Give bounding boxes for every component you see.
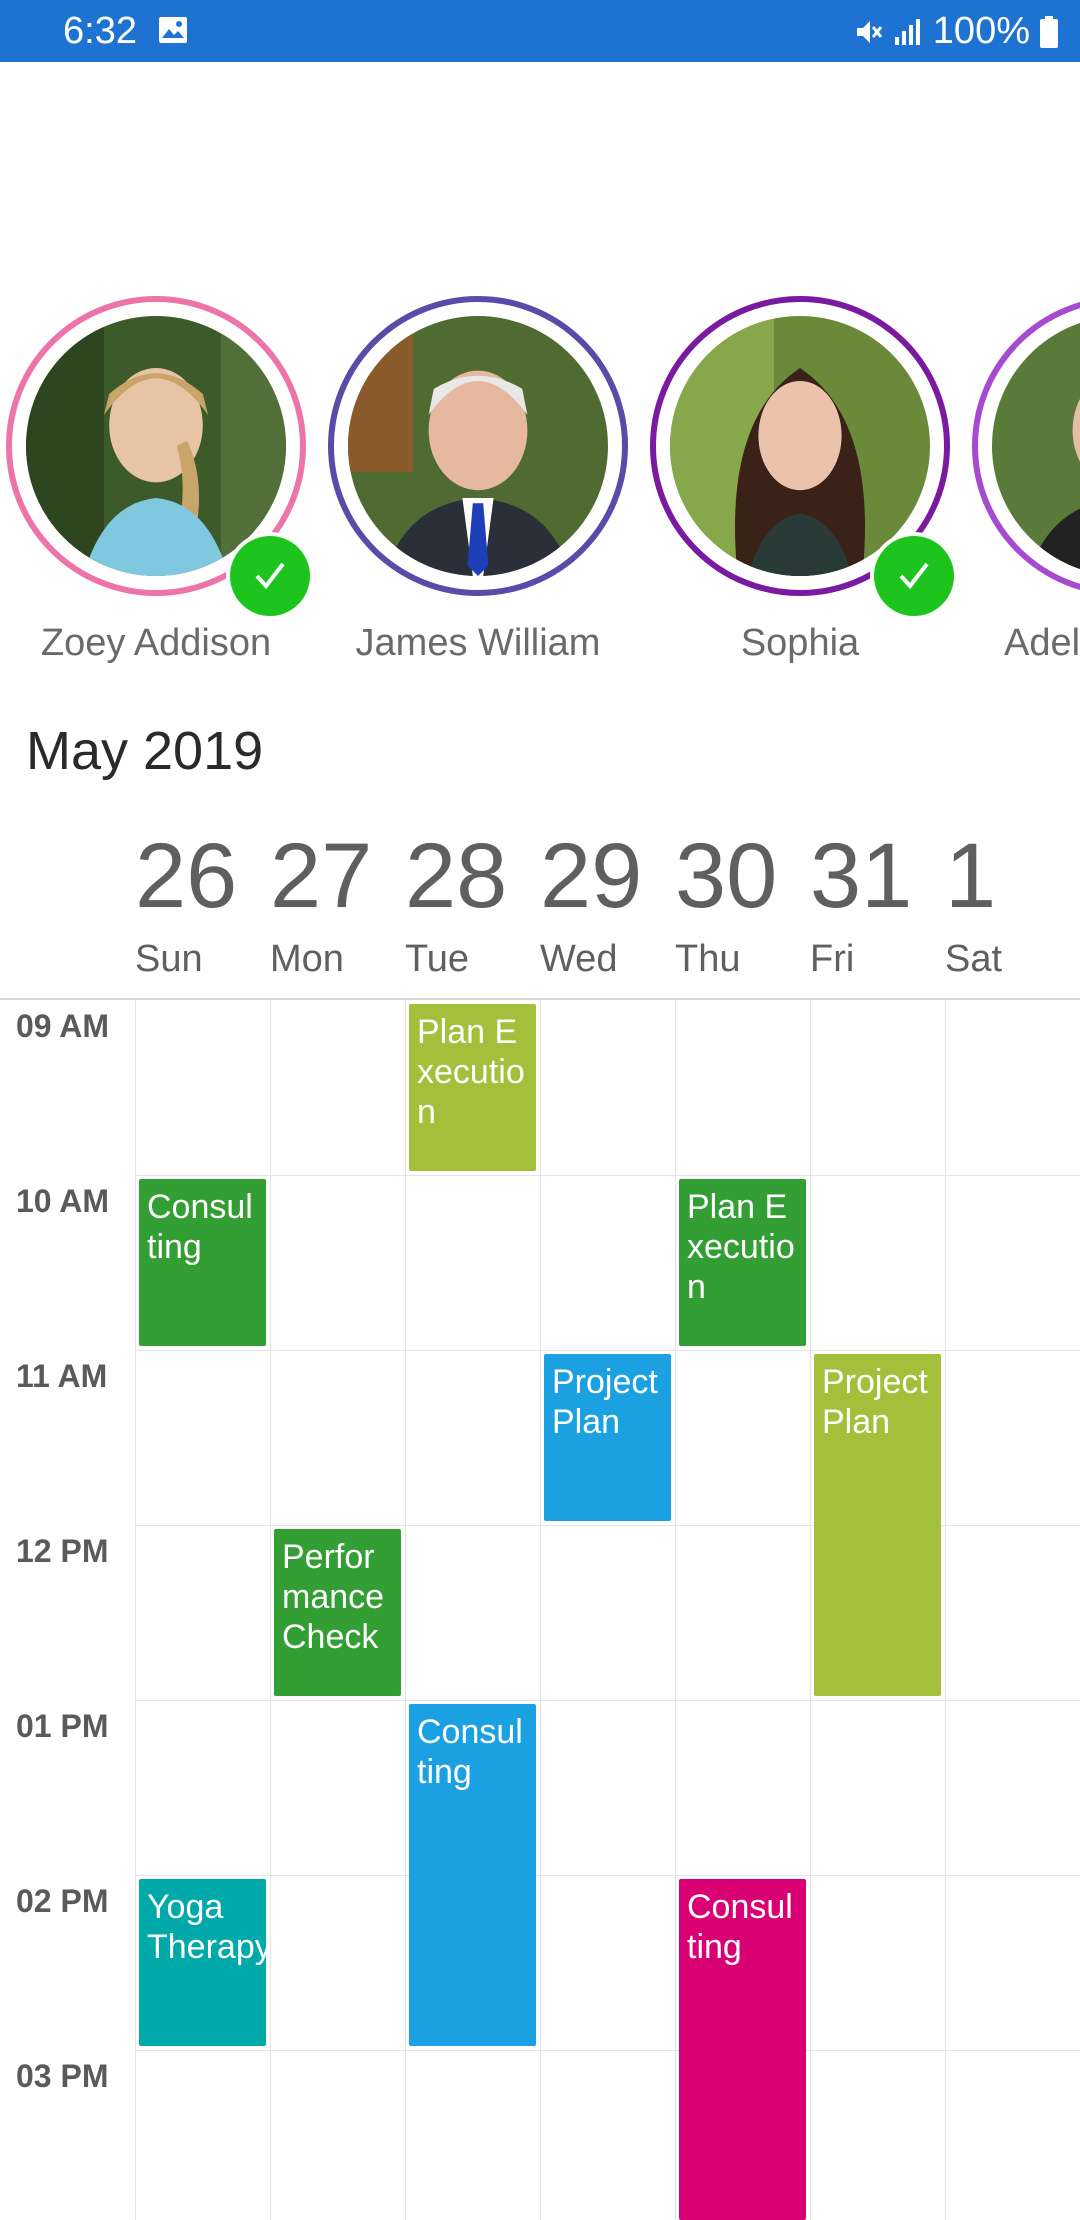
day-header-mon[interactable]: 27 Mon (270, 830, 405, 981)
avatar-ring (328, 296, 628, 596)
day-name: Wed (540, 938, 618, 980)
day-name: Tue (405, 938, 470, 980)
appointment[interactable]: Performance Check (274, 1529, 401, 1696)
resource-sophia[interactable]: Sophia (644, 296, 958, 676)
day-divider (810, 1000, 811, 2220)
resource-name: Adel (1004, 622, 1080, 664)
appointment[interactable]: Consulting (679, 1879, 806, 2220)
avatar (992, 316, 1080, 576)
battery-level: 100% (932, 10, 1030, 52)
day-header-thu[interactable]: 30 Thu (675, 830, 810, 981)
checkmark-icon (255, 562, 285, 590)
hour-divider (135, 1875, 1080, 1876)
hour-divider (135, 1700, 1080, 1701)
image-icon (159, 17, 187, 43)
hour-divider (135, 2050, 1080, 2051)
status-indicators: 100% (853, 10, 1058, 53)
time-label: 12 PM (16, 1533, 109, 1569)
time-label: 03 PM (16, 2058, 109, 2094)
day-name: Sun (135, 938, 203, 980)
checkmark-icon (899, 562, 929, 590)
hour-divider (135, 1175, 1080, 1176)
resource-james-william[interactable]: James William (322, 296, 632, 676)
day-divider (405, 1000, 406, 2220)
day-number: 1 (945, 825, 997, 927)
signal-icon (894, 18, 920, 45)
resource-adel[interactable]: Adel (966, 296, 1080, 676)
resource-zoey-addison[interactable]: Zoey Addison (0, 296, 314, 676)
time-label: 09 AM (16, 1008, 110, 1044)
day-name: Mon (270, 938, 344, 980)
day-name: Thu (675, 938, 741, 980)
battery-icon (1040, 15, 1058, 48)
avatar-photo-icon (348, 316, 608, 576)
day-divider (675, 1000, 676, 2220)
avatar (348, 316, 608, 576)
day-number: 26 (135, 825, 238, 927)
day-number: 28 (405, 825, 508, 927)
day-divider (135, 1000, 136, 2220)
day-header-sat[interactable]: 1 Sat (945, 830, 1080, 981)
day-divider (270, 1000, 271, 2220)
day-name: Sat (945, 938, 1003, 980)
day-number: 29 (540, 825, 643, 927)
day-header-sun[interactable]: 26 Sun (135, 830, 270, 981)
avatar-ring (972, 296, 1080, 596)
status-bar: 6:32 100% (0, 0, 1080, 62)
day-number: 31 (810, 825, 913, 927)
day-divider (540, 1000, 541, 2220)
hour-divider (135, 1350, 1080, 1351)
time-label: 01 PM (16, 1708, 109, 1744)
appointment[interactable]: Consulting (409, 1704, 536, 2046)
day-number: 30 (675, 825, 778, 927)
day-divider (945, 1000, 946, 2220)
appointment[interactable]: Project Plan (814, 1354, 941, 1696)
resource-name: Sophia (740, 622, 860, 664)
month-label: May 2019 (26, 721, 264, 781)
time-label: 02 PM (16, 1883, 109, 1919)
resource-name: Zoey Addison (40, 622, 272, 664)
resource-name: James William (355, 622, 601, 664)
day-name: Fri (810, 938, 855, 980)
appointment[interactable]: Plan Execution (409, 1004, 536, 1171)
appointment[interactable]: Plan Execution (679, 1179, 806, 1346)
time-label: 10 AM (16, 1183, 110, 1219)
day-header-tue[interactable]: 28 Tue (405, 830, 540, 981)
avatar-photo-icon (992, 316, 1080, 576)
appointment[interactable]: Consulting (139, 1179, 266, 1346)
day-header-wed[interactable]: 29 Wed (540, 830, 675, 981)
time-label: 11 AM (16, 1358, 108, 1394)
status-time: 6:32 (63, 10, 137, 52)
checked-badge (870, 532, 958, 620)
day-number: 27 (270, 825, 373, 927)
appointment[interactable]: Project Plan (544, 1354, 671, 1521)
checked-badge (226, 532, 314, 620)
appointment[interactable]: Yoga Therapy (139, 1879, 266, 2046)
mute-icon (856, 20, 882, 43)
day-header-fri[interactable]: 31 Fri (810, 830, 945, 981)
